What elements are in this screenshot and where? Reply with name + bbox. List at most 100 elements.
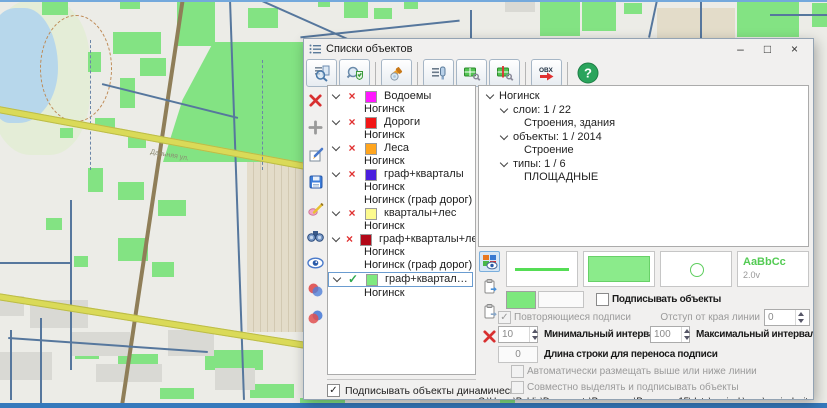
list-item[interactable]: × Водоемы [328,90,475,103]
copy-view-button[interactable] [479,276,500,297]
chevron-down-icon[interactable] [333,274,341,282]
list-item[interactable]: × граф+кварталы [328,168,475,181]
select-intersect-button[interactable] [306,307,325,326]
list-item[interactable]: × Леса [328,142,475,155]
add-list-button[interactable] [306,118,325,137]
max-interval-spinner[interactable] [650,326,690,343]
hidden-mark-icon[interactable]: × [346,143,358,154]
search-area-button[interactable] [339,59,370,87]
delete-x-icon [308,93,323,108]
chevron-down-icon[interactable] [332,169,340,177]
list-item-map[interactable]: Ногинск (граф дорог) [328,259,475,272]
chevron-down-icon[interactable] [332,208,340,216]
edit-list-button[interactable] [306,145,325,164]
visible-mark-icon[interactable]: ✓ [347,274,359,285]
minimize-button[interactable]: – [727,42,754,56]
map-shape [737,2,799,37]
point-sample-box[interactable] [660,251,732,287]
delete-list-button[interactable] [306,91,325,110]
hidden-mark-icon[interactable]: × [346,234,353,245]
map-shape [624,3,642,14]
select-union-button[interactable] [306,280,325,299]
label-font-box[interactable] [538,291,584,308]
list-color-swatch[interactable] [365,208,377,220]
edit-pencil-icon [308,147,324,163]
map-building [0,352,52,380]
chevron-down-icon[interactable] [500,132,508,140]
find-objects-button[interactable] [306,226,325,245]
maximize-button[interactable]: □ [754,42,781,56]
max-interval-input[interactable] [651,327,681,342]
joint-select-checkbox[interactable] [511,381,524,394]
edge-offset-input[interactable] [765,310,795,325]
view-lists-button[interactable] [306,59,337,87]
chevron-down-icon[interactable] [332,143,340,151]
help-button[interactable]: ? [573,60,602,86]
text-sample-box[interactable]: AaBbCc 2.0v [737,251,809,287]
tree-node-label: объекты: 1 / 2014 [513,131,602,144]
list-color-swatch[interactable] [365,169,377,181]
list-color-swatch[interactable] [360,234,372,246]
screen: Дальняя ул. Списки объектов – □ × [0,0,827,408]
chevron-down-icon[interactable] [500,159,508,167]
hidden-mark-icon[interactable]: × [346,91,358,102]
appearance-view-button[interactable] [479,251,500,272]
repeating-labels-label: Повторяющиеся подписи [514,312,631,323]
list-item[interactable]: × Дороги [328,116,475,129]
point-sample [690,263,704,277]
list-color-swatch[interactable] [365,143,377,155]
chevron-down-icon[interactable] [486,91,494,99]
sign-objects-checkbox[interactable] [596,293,609,306]
tree-root-label: Ногинск [499,90,540,103]
area-sample-box[interactable] [583,251,655,287]
paste-view-button[interactable] [479,301,500,322]
save-floppy-icon [308,174,324,190]
list-item[interactable]: × граф+кварталы+лес [328,233,475,246]
dialog-titlebar[interactable]: Списки объектов – □ × [304,39,813,59]
chevron-down-icon[interactable] [500,105,508,113]
save-list-button[interactable] [306,172,325,191]
line-sample-box[interactable] [506,251,578,287]
wrap-length-input[interactable]: 0 [498,346,538,363]
min-interval-input[interactable] [499,327,529,342]
list-item-map[interactable]: Ногинск [328,181,475,194]
list-item-map[interactable]: Ногинск [328,287,475,300]
spinner-arrows[interactable] [529,327,540,342]
list-item-map[interactable]: Ногинск [328,246,475,259]
area-sample [588,256,650,282]
edit-list-objects-button[interactable] [456,59,487,87]
show-objects-button[interactable] [306,253,325,272]
auto-place-checkbox[interactable] [511,365,524,378]
list-item[interactable]: × кварталы+лес [328,207,475,220]
dynamic-label-checkbox[interactable]: ✓ [327,384,340,397]
flashlight-button[interactable] [381,59,412,87]
cut-list-objects-button[interactable] [489,59,520,87]
list-composition-button[interactable] [423,59,454,87]
list-color-swatch[interactable] [366,274,378,286]
edge-offset-spinner[interactable] [764,309,810,326]
obx-export-button[interactable]: ОВХ [531,59,562,87]
repeating-labels-checkbox[interactable]: ✓ [498,311,511,324]
object-lists-panel[interactable]: × Водоемы Ногинск × Дороги Ногинск × Лес… [327,85,476,375]
list-item-label: Дороги [384,116,420,129]
details-tree[interactable]: Ногинск слои: 1 / 22 Строения, здания об… [478,85,809,247]
spinner-arrows[interactable] [795,310,806,325]
chevron-down-icon[interactable] [332,234,340,242]
list-color-swatch[interactable] [365,117,377,129]
hidden-mark-icon[interactable]: × [346,117,358,128]
map-shape [250,384,294,398]
list-item-selected[interactable]: ✓ граф+кварталы+лес (пе... [328,272,473,287]
hidden-mark-icon[interactable]: × [346,208,358,219]
hidden-mark-icon[interactable]: × [346,169,358,180]
close-button[interactable]: × [781,42,808,56]
list-color-swatch[interactable] [365,91,377,103]
chevron-down-icon[interactable] [332,117,340,125]
delete-sign-button[interactable] [479,326,500,347]
chevron-down-icon[interactable] [332,91,340,99]
tree-leaf-label: Строения, здания [524,117,615,130]
label-color-swatch[interactable] [506,291,536,309]
clipboard-icon [482,303,498,320]
spinner-arrows[interactable] [681,327,692,342]
min-interval-spinner[interactable] [498,326,538,343]
appearance-editor-button[interactable] [306,199,325,218]
